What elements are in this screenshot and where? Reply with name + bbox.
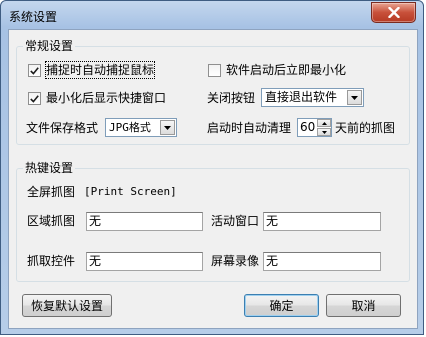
file-format-select[interactable]: JPG格式 — [105, 118, 177, 137]
general-settings-legend: 常规设置 — [23, 39, 76, 53]
spin-up-icon[interactable] — [317, 119, 331, 127]
close-button-behavior-label: 关闭按钮 — [207, 91, 256, 105]
file-format-label: 文件保存格式 — [26, 121, 99, 135]
recording-hotkey-label: 屏幕录像 — [211, 254, 260, 268]
show-tray-label[interactable]: 最小化后显示快捷窗口 — [46, 90, 166, 106]
chevron-down-icon[interactable] — [347, 90, 362, 105]
region-hotkey-value: 无 — [89, 214, 102, 228]
hotkey-settings-legend: 热键设置 — [23, 161, 76, 175]
close-button[interactable] — [371, 2, 416, 23]
spin-down-icon[interactable] — [317, 128, 331, 136]
restore-defaults-button[interactable]: 恢复默认设置 — [22, 294, 112, 317]
capture-mouse-checkbox[interactable] — [28, 64, 41, 77]
auto-clean-prefix: 启动时自动清理 — [207, 121, 292, 135]
file-format-value: JPG格式 — [109, 121, 151, 134]
minimize-on-start-checkbox[interactable] — [208, 64, 221, 77]
settings-dialog: 系统设置 常规设置 捕捉时自动捕捉鼠标 软件启动后立即最小化 最小化后显示快捷窗… — [0, 0, 424, 335]
auto-clean-suffix: 天前的抓图 — [335, 121, 396, 135]
show-tray-checkbox[interactable] — [28, 92, 41, 105]
active-window-hotkey-input[interactable]: 无 — [263, 212, 381, 231]
auto-clean-days-spinner[interactable]: 60 — [297, 118, 332, 137]
region-hotkey-input[interactable]: 无 — [86, 212, 203, 231]
region-hotkey-label: 区域抓图 — [27, 214, 76, 228]
title-bar[interactable]: 系统设置 — [1, 1, 423, 29]
recording-hotkey-input[interactable]: 无 — [263, 252, 381, 271]
active-window-hotkey-value: 无 — [266, 214, 279, 228]
ok-button[interactable]: 确定 — [244, 294, 319, 317]
checkmark-icon — [30, 66, 39, 75]
auto-clean-days-value: 60 — [300, 120, 316, 134]
recording-hotkey-value: 无 — [266, 254, 279, 268]
control-hotkey-input[interactable]: 无 — [86, 252, 203, 271]
window-title: 系统设置 — [9, 10, 58, 24]
close-icon — [387, 7, 400, 18]
fullscreen-hotkey-label: 全屏抓图 — [27, 185, 76, 199]
capture-mouse-label[interactable]: 捕捉时自动捕捉鼠标 — [44, 61, 156, 79]
checkmark-icon — [30, 94, 39, 103]
active-window-hotkey-label: 活动窗口 — [211, 214, 260, 228]
close-behavior-value: 直接退出软件 — [265, 90, 338, 104]
chevron-down-icon[interactable] — [160, 120, 175, 135]
minimize-on-start-label[interactable]: 软件启动后立即最小化 — [226, 62, 346, 78]
control-hotkey-value: 无 — [89, 254, 102, 268]
dialog-body: 常规设置 捕捉时自动捕捉鼠标 软件启动后立即最小化 最小化后显示快捷窗口 关闭按… — [8, 29, 418, 329]
close-behavior-select[interactable]: 直接退出软件 — [261, 88, 364, 107]
control-hotkey-label: 抓取控件 — [27, 254, 76, 268]
fullscreen-hotkey-value: [Print Screen] — [84, 185, 177, 198]
cancel-button[interactable]: 取消 — [326, 294, 401, 317]
